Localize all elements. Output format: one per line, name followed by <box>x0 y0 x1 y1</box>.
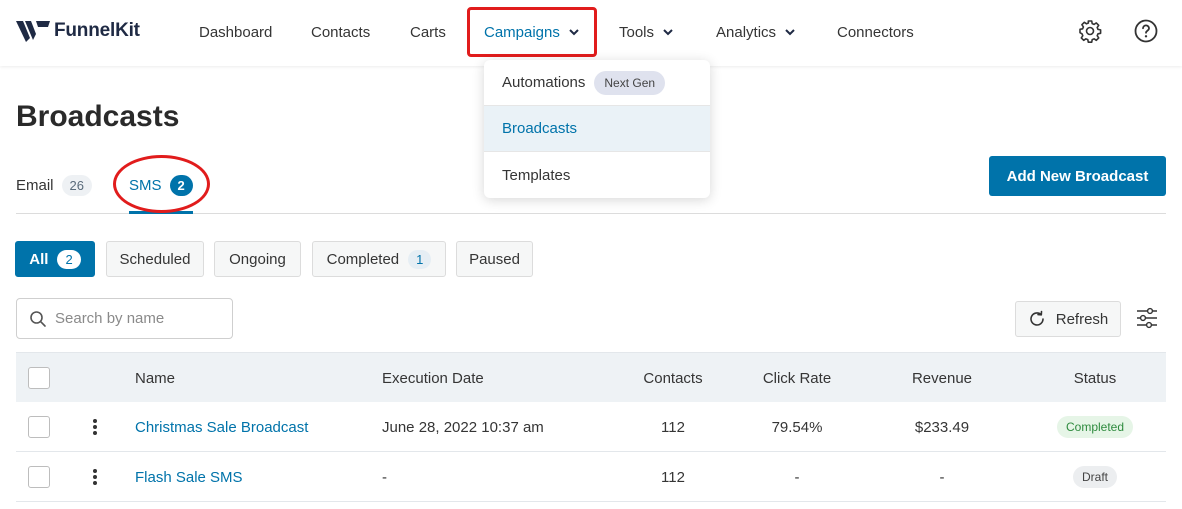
status-cell: Draft <box>1045 452 1145 502</box>
filter-label: Scheduled <box>119 250 191 268</box>
row-checkbox[interactable] <box>28 466 50 488</box>
column-header-revenue[interactable]: Revenue <box>892 353 992 403</box>
broadcast-name-link[interactable]: Christmas Sale Broadcast <box>135 402 308 452</box>
tab-count-badge: 26 <box>61 174 92 196</box>
menu-item-label: Automations <box>502 74 586 91</box>
nav-contacts[interactable]: Contacts <box>311 22 370 42</box>
nav-label: Connectors <box>837 23 914 41</box>
column-header-click-rate[interactable]: Click Rate <box>747 353 847 403</box>
gear-icon[interactable] <box>1078 19 1102 43</box>
more-options-icon[interactable] <box>93 419 97 435</box>
filter-label: Paused <box>469 250 520 268</box>
row-select-cell <box>28 452 50 502</box>
chevron-down-icon <box>785 29 795 36</box>
nav-analytics[interactable]: Analytics <box>716 22 796 42</box>
refresh-label: Refresh <box>1055 310 1109 328</box>
chevron-down-icon <box>663 29 673 36</box>
filter-count: 1 <box>408 249 432 269</box>
filter-all[interactable]: All 2 <box>15 241 95 277</box>
nav-label: Dashboard <box>199 23 273 41</box>
page-title: Broadcasts <box>16 100 180 133</box>
table-header: Name Execution Date Contacts Click Rate … <box>16 352 1166 402</box>
search-input[interactable] <box>55 310 225 327</box>
funnelkit-logo[interactable]: FunnelKit <box>16 18 140 44</box>
nav-tools[interactable]: Tools <box>619 22 674 42</box>
filter-scheduled[interactable]: Scheduled <box>106 241 204 277</box>
menu-item-broadcasts[interactable]: Broadcasts <box>484 106 710 152</box>
filter-label: Ongoing <box>229 250 286 268</box>
search-box[interactable] <box>16 298 233 339</box>
nav-label: Contacts <box>311 23 371 41</box>
logo-mark-icon <box>16 21 50 42</box>
sms-highlight-circle <box>113 155 210 213</box>
row-select-cell <box>28 402 50 452</box>
refresh-icon <box>1029 310 1044 326</box>
tab-email[interactable]: Email 26 <box>16 174 92 196</box>
help-icon[interactable] <box>1134 19 1158 43</box>
contacts-cell: 112 <box>661 468 685 486</box>
nav-connectors[interactable]: Connectors <box>837 22 914 42</box>
revenue-cell: - <box>939 468 945 486</box>
menu-item-label: Broadcasts <box>502 120 578 137</box>
nav-label: Carts <box>410 23 446 41</box>
click-rate-cell: 79.54% <box>771 418 823 436</box>
column-settings-icon[interactable] <box>1136 307 1158 329</box>
nav-label: Analytics <box>716 23 777 41</box>
click-rate-cell: - <box>794 468 800 486</box>
campaigns-dropdown-menu: Automations Next Gen Broadcasts Template… <box>484 60 710 198</box>
brand-name: FunnelKit <box>54 20 140 41</box>
execution-date-cell: - <box>382 468 387 486</box>
contacts-cell: 112 <box>661 418 685 436</box>
add-new-broadcast-button[interactable]: Add New Broadcast <box>989 156 1166 196</box>
refresh-button[interactable]: Refresh <box>1015 301 1121 337</box>
select-all-checkbox[interactable] <box>28 367 50 389</box>
search-icon <box>30 310 46 327</box>
nav-label: Tools <box>619 23 655 41</box>
nav-dashboard[interactable]: Dashboard <box>199 22 272 42</box>
menu-item-templates[interactable]: Templates <box>484 152 710 198</box>
execution-date-cell: June 28, 2022 10:37 am <box>382 418 544 436</box>
next-gen-badge: Next Gen <box>594 70 666 95</box>
filter-completed[interactable]: Completed 1 <box>312 241 446 277</box>
status-cell: Completed <box>1045 402 1145 452</box>
column-header-contacts[interactable]: Contacts <box>623 353 723 403</box>
row-actions-cell <box>93 452 97 502</box>
filter-count: 2 <box>57 249 81 269</box>
filter-paused[interactable]: Paused <box>456 241 533 277</box>
column-header-status[interactable]: Status <box>1045 353 1145 403</box>
nav-carts[interactable]: Carts <box>410 22 446 42</box>
more-options-icon[interactable] <box>93 469 97 485</box>
row-actions-cell <box>93 402 97 452</box>
column-header-execution-date[interactable]: Execution Date <box>382 353 484 403</box>
broadcast-name-link[interactable]: Flash Sale SMS <box>135 452 243 502</box>
select-all-cell <box>28 353 50 403</box>
revenue-cell: $233.49 <box>914 418 970 436</box>
table-row: Flash Sale SMS - 112 - - Draft <box>16 452 1166 502</box>
column-header-name[interactable]: Name <box>135 353 175 403</box>
row-checkbox[interactable] <box>28 416 50 438</box>
status-badge: Completed <box>1056 416 1134 438</box>
status-badge: Draft <box>1072 466 1117 488</box>
menu-item-automations[interactable]: Automations Next Gen <box>484 60 710 106</box>
filter-ongoing[interactable]: Ongoing <box>214 241 301 277</box>
menu-item-label: Templates <box>502 166 571 184</box>
campaigns-highlight-box <box>467 7 597 57</box>
filter-label: All <box>29 250 49 268</box>
filter-label: Completed <box>326 250 400 268</box>
tab-label: Email <box>16 176 54 194</box>
table-row: Christmas Sale Broadcast June 28, 2022 1… <box>16 402 1166 452</box>
